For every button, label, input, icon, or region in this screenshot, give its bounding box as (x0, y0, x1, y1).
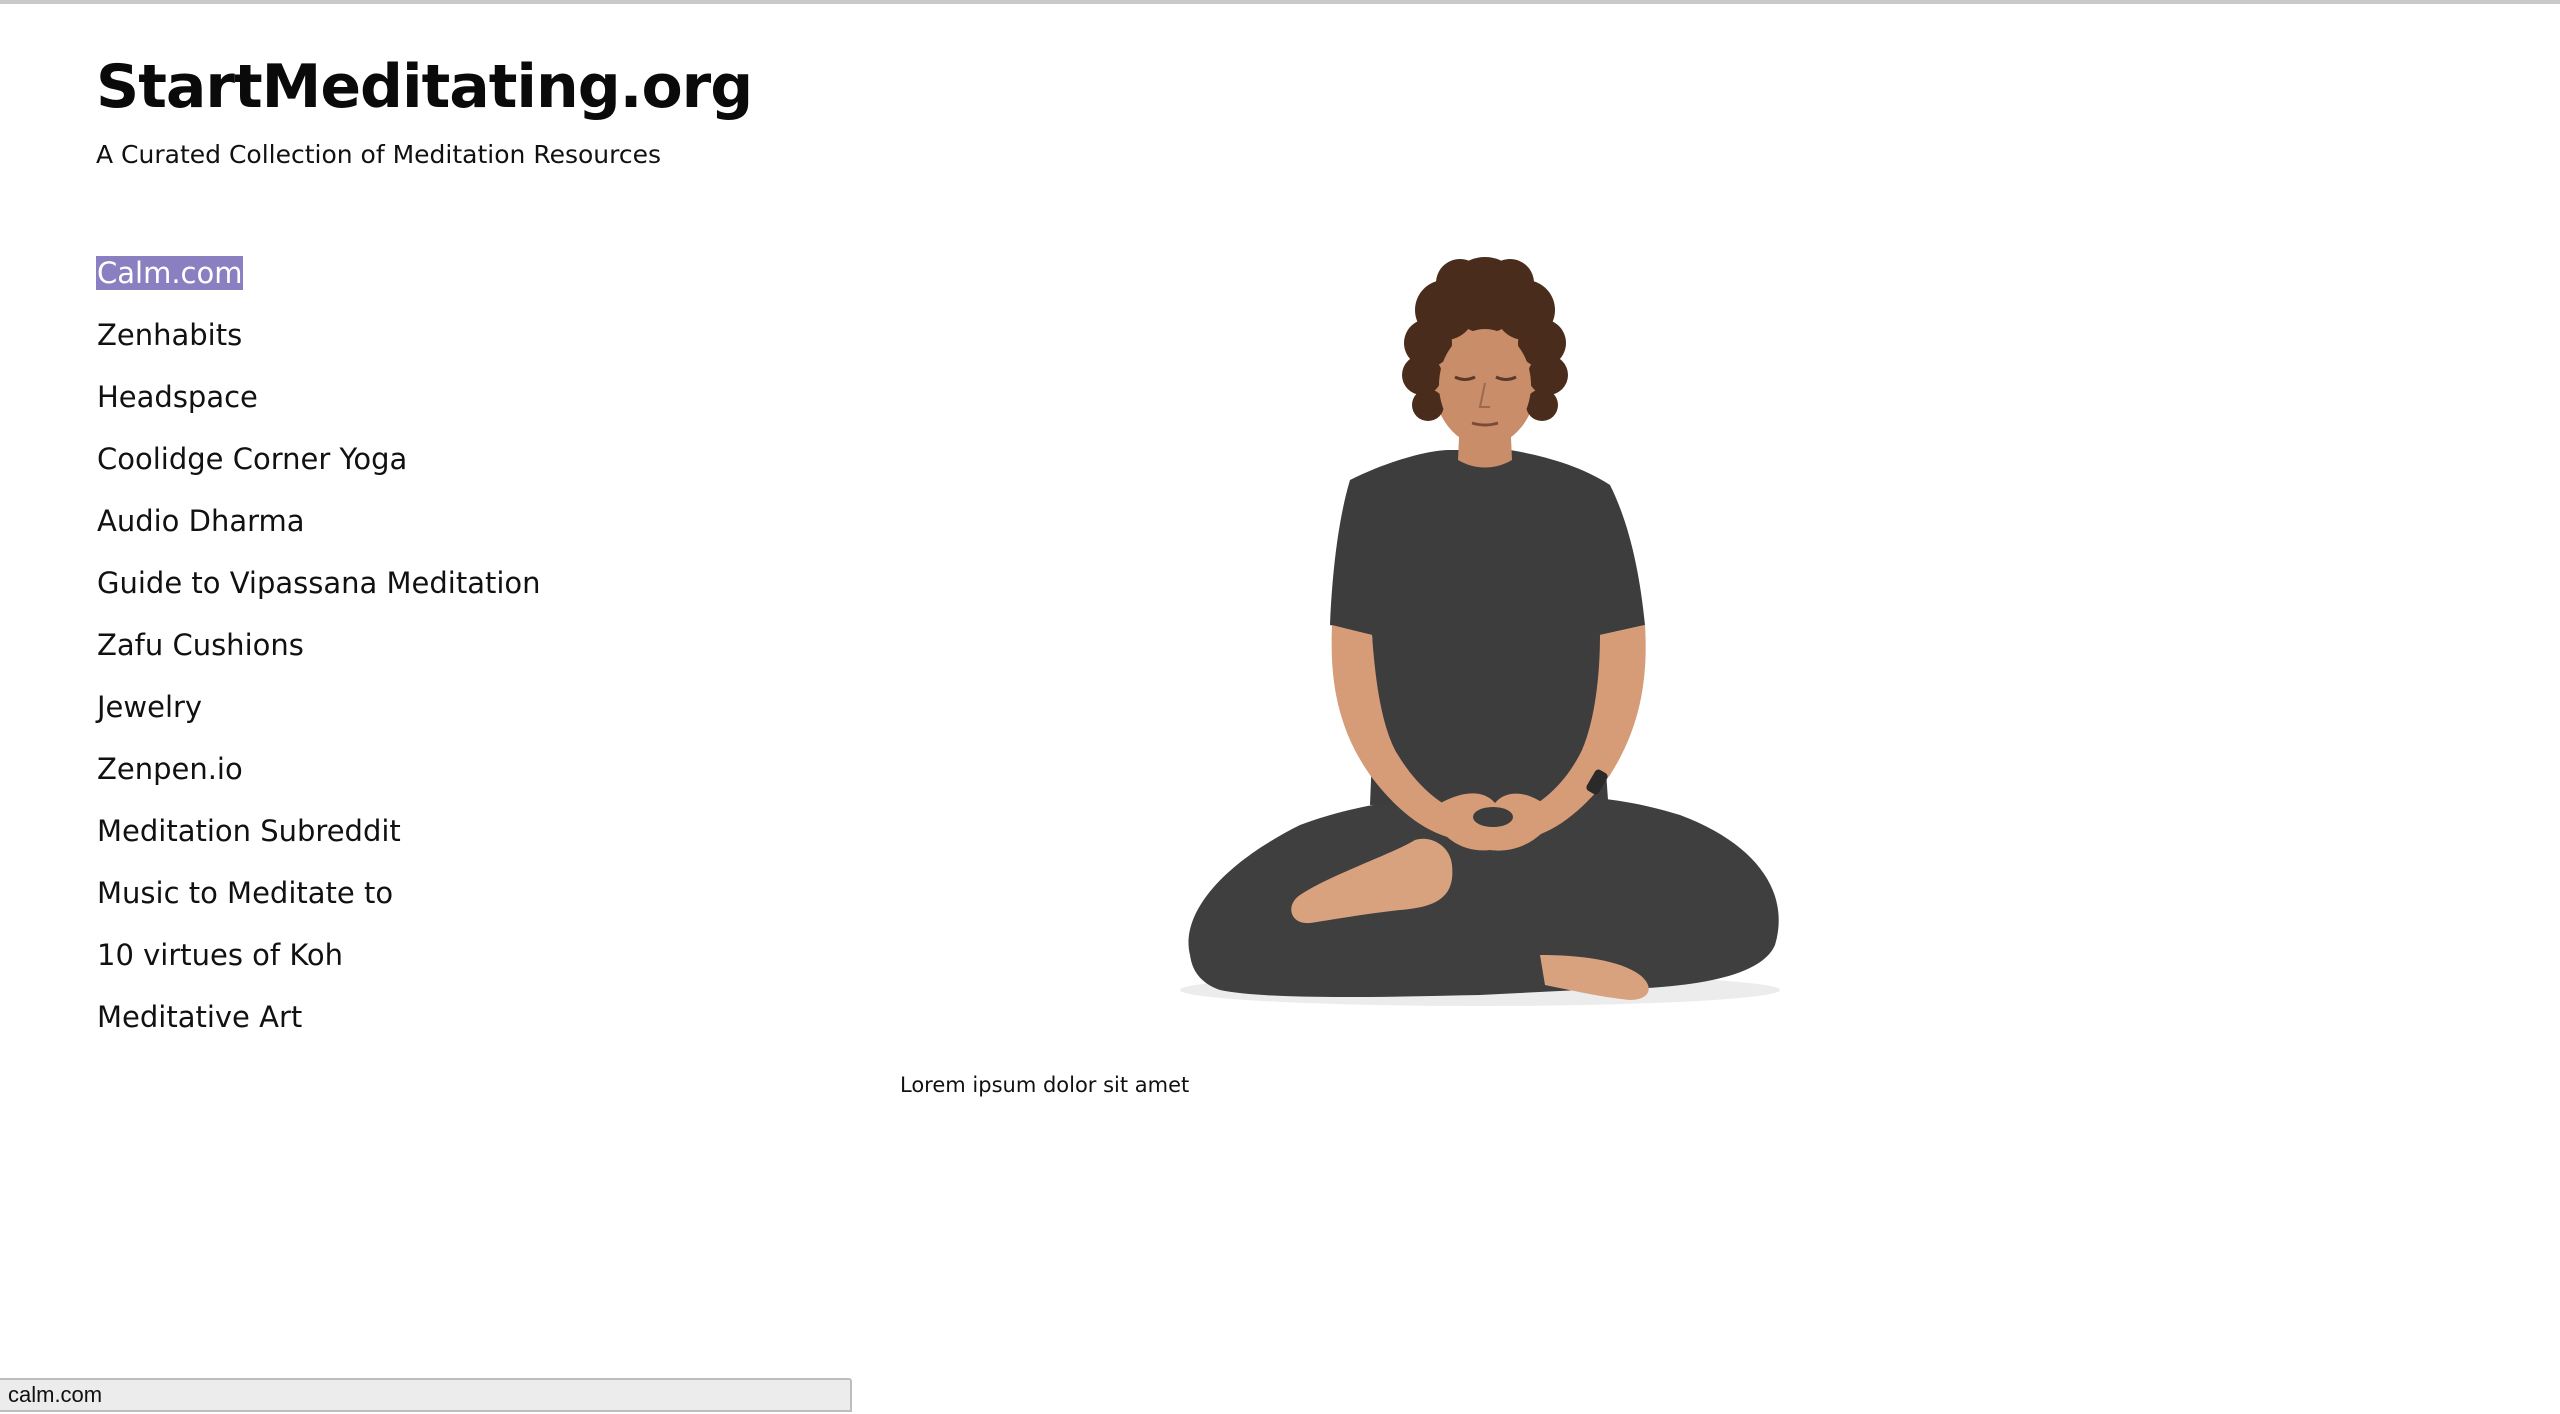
nav-link-music[interactable]: Music to Meditate to (96, 876, 394, 910)
nav-item-music: Music to Meditate to (96, 870, 542, 932)
nav-item-calm: Calm.com (96, 250, 542, 312)
resource-link-list: Calm.com Zenhabits Headspace Coolidge Co… (96, 250, 542, 1056)
site-tagline: A Curated Collection of Meditation Resou… (96, 140, 661, 169)
nav-link-calm[interactable]: Calm.com (96, 256, 244, 290)
nav-item-vipassana-guide: Guide to Vipassana Meditation (96, 560, 542, 622)
link-preview-status-bar: calm.com (0, 1378, 852, 1412)
meditating-person-illustration (1180, 257, 1780, 1006)
nav-link-jewelry[interactable]: Jewelry (96, 690, 203, 724)
nav-item-meditative-art: Meditative Art (96, 994, 542, 1056)
nav-link-meditation-subreddit[interactable]: Meditation Subreddit (96, 814, 402, 848)
nav-item-zenhabits: Zenhabits (96, 312, 542, 374)
nav-item-meditation-subreddit: Meditation Subreddit (96, 808, 542, 870)
nav-item-virtues-of-koh: 10 virtues of Koh (96, 932, 542, 994)
nav-link-meditative-art[interactable]: Meditative Art (96, 1000, 303, 1034)
nav-link-virtues-of-koh[interactable]: 10 virtues of Koh (96, 938, 344, 972)
nav-item-audio-dharma: Audio Dharma (96, 498, 542, 560)
nav-item-zenpen: Zenpen.io (96, 746, 542, 808)
nav-link-coolidge-corner-yoga[interactable]: Coolidge Corner Yoga (96, 442, 408, 476)
nav-link-vipassana-guide[interactable]: Guide to Vipassana Meditation (96, 566, 542, 600)
image-caption: Lorem ipsum dolor sit amet (900, 1073, 1190, 1097)
nav-item-coolidge-corner-yoga: Coolidge Corner Yoga (96, 436, 542, 498)
nav-item-zafu-cushions: Zafu Cushions (96, 622, 542, 684)
nav-link-zenhabits[interactable]: Zenhabits (96, 318, 243, 352)
meditating-person-image (1160, 255, 1800, 1025)
nav-link-audio-dharma[interactable]: Audio Dharma (96, 504, 306, 538)
browser-top-border (0, 0, 2560, 4)
nav-link-headspace[interactable]: Headspace (96, 380, 259, 414)
nav-item-headspace: Headspace (96, 374, 542, 436)
site-title[interactable]: StartMeditating.org (96, 50, 753, 124)
nav-link-zafu-cushions[interactable]: Zafu Cushions (96, 628, 305, 662)
nav-item-jewelry: Jewelry (96, 684, 542, 746)
nav-link-zenpen[interactable]: Zenpen.io (96, 752, 244, 786)
